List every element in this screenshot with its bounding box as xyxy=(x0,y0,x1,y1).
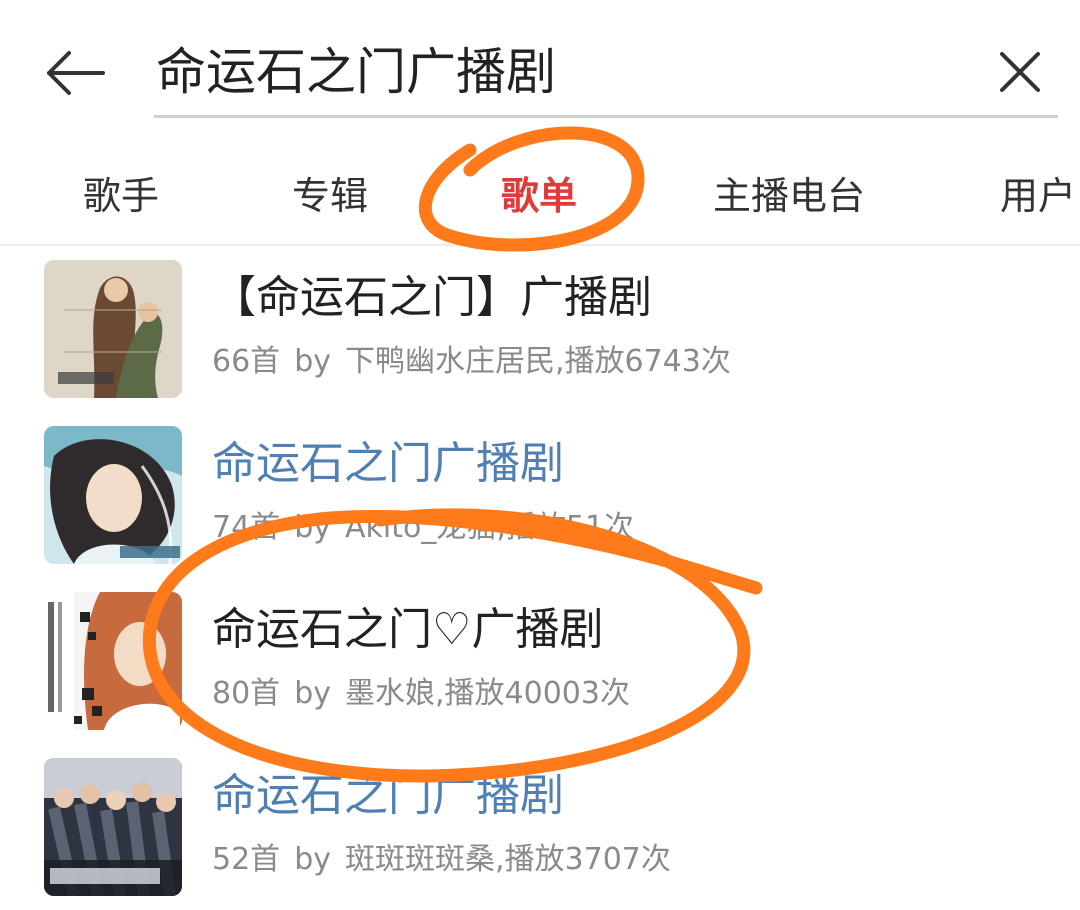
back-button[interactable] xyxy=(40,38,110,108)
by-label: by xyxy=(294,510,331,545)
search-header: 命运石之门广播剧 xyxy=(0,0,1080,140)
search-input[interactable]: 命运石之门广播剧 xyxy=(154,28,1058,118)
creator-name: 下鸭幽水庄居民, xyxy=(344,344,565,379)
playlist-meta: 66首 by 下鸭幽水庄居民,播放6743次 xyxy=(212,342,731,382)
playlist-title: 命运石之门广播剧 xyxy=(212,438,564,489)
tab-playlists[interactable]: 歌单 xyxy=(501,172,577,220)
track-count: 66首 xyxy=(212,344,281,379)
active-tab-indicator xyxy=(503,239,575,244)
tab-users[interactable]: 用户 xyxy=(1000,172,1076,220)
playlist-cover-image xyxy=(44,758,182,896)
creator-name: 斑斑斑斑桑, xyxy=(344,842,505,877)
playlist-title: 【命运石之门】广播剧 xyxy=(212,272,652,323)
search-category-tabs: 歌手 专辑 歌单 主播电台 用户 xyxy=(0,150,1080,246)
playlist-item[interactable]: 命运石之门广播剧 74首 by Akito_龙猫,播放51次 xyxy=(0,412,1080,578)
clear-search-button[interactable] xyxy=(990,42,1050,102)
track-count: 74首 xyxy=(212,510,281,545)
tab-albums[interactable]: 专辑 xyxy=(292,172,368,220)
play-count: 播放3707次 xyxy=(504,842,671,877)
by-label: by xyxy=(294,676,331,711)
close-icon xyxy=(1000,52,1040,92)
play-count: 播放51次 xyxy=(505,510,635,545)
creator-name: Akito_龙猫, xyxy=(344,510,506,545)
playlist-meta: 80首 by 墨水娘,播放40003次 xyxy=(212,674,630,714)
playlist-cover-image xyxy=(44,426,182,564)
tab-radio-hosts[interactable]: 主播电台 xyxy=(713,172,865,220)
playlist-cover-image xyxy=(44,592,182,730)
play-count: 播放6743次 xyxy=(564,344,731,379)
playlist-item[interactable]: 命运石之门广播剧 52首 by 斑斑斑斑桑,播放3707次 xyxy=(0,744,1080,910)
playlist-results: 【命运石之门】广播剧 66首 by 下鸭幽水庄居民,播放6743次 命运石之门广播剧… xyxy=(0,246,1080,896)
playlist-meta: 74首 by Akito_龙猫,播放51次 xyxy=(212,508,634,548)
tab-singers[interactable]: 歌手 xyxy=(83,172,159,220)
playlist-item[interactable]: 命运石之门♡广播剧 80首 by 墨水娘,播放40003次 xyxy=(0,578,1080,744)
playlist-cover-image xyxy=(44,260,182,398)
by-label: by xyxy=(294,344,331,379)
playlist-item[interactable]: 【命运石之门】广播剧 66首 by 下鸭幽水庄居民,播放6743次 xyxy=(0,246,1080,412)
creator-name: 墨水娘, xyxy=(344,676,445,711)
playlist-meta: 52首 by 斑斑斑斑桑,播放3707次 xyxy=(212,840,671,880)
track-count: 80首 xyxy=(212,676,281,711)
play-count: 播放40003次 xyxy=(444,676,630,711)
track-count: 52首 xyxy=(212,842,281,877)
by-label: by xyxy=(294,842,331,877)
playlist-title: 命运石之门广播剧 xyxy=(212,770,564,821)
playlist-title: 命运石之门♡广播剧 xyxy=(212,604,604,655)
search-query-text: 命运石之门广播剧 xyxy=(156,43,556,101)
arrow-left-icon xyxy=(47,51,105,95)
